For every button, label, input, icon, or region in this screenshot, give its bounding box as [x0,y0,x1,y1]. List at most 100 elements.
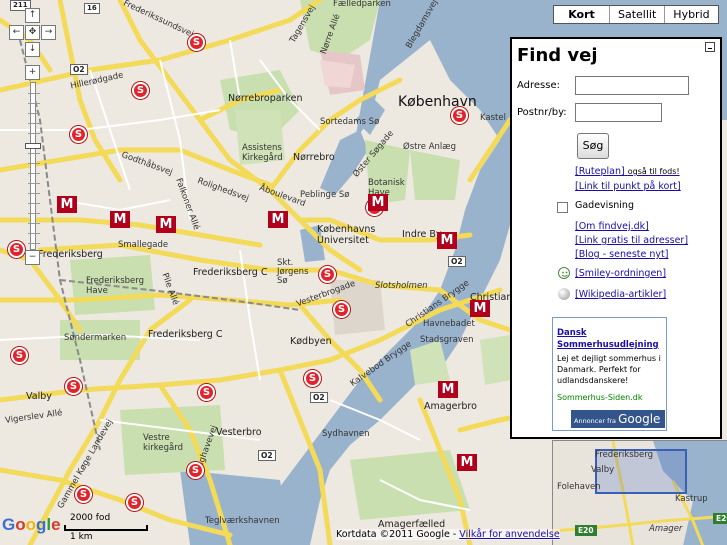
s-train-station-icon[interactable]: S [11,347,28,364]
copyright-text: Kortdata ©2011 Google - [336,529,460,540]
ads-by-google-badge[interactable]: Annoncer fra Google [571,410,665,428]
overview-label-folehaven: Folehaven [557,482,601,492]
s-train-station-icon[interactable]: S [451,107,468,124]
s-train-station-icon[interactable]: S [304,370,321,387]
map-label-kobenhavn: København [398,94,477,110]
map-label-norrebro: Nørrebro [293,152,335,163]
about-link[interactable]: [Om findvej.dk] [575,221,649,232]
pan-center-button[interactable]: ✥ [25,25,40,40]
ruteplan-link[interactable]: [Ruteplan] også til fods! [575,166,680,177]
overview-map[interactable]: Frederiksberg Valby Folehaven Kastrup Am… [552,440,727,545]
s-train-station-icon[interactable]: S [70,126,87,143]
metro-station-icon[interactable]: M [156,216,176,233]
wikipedia-link[interactable]: [Wikipedia-artikler] [575,289,666,300]
link-to-point-link[interactable]: [Link til punkt på kort] [575,181,681,192]
blog-link[interactable]: [Blog - seneste nyt] [575,249,668,260]
ad-text: Lej et dejligt sommerhus i Danmark. Perf… [557,354,661,385]
overview-label-kastrup: Kastrup [675,494,708,504]
panel-title: Find vej [517,45,598,66]
terms-of-use-link[interactable]: Vilkår for anvendelse [459,529,559,540]
map-label-teglvaerks: Teglværkshavnen [205,516,280,526]
scale-km: 1 km [70,532,93,542]
sponsored-ad[interactable]: Dansk Sommerhusudlejning Lej et dejligt … [552,317,667,431]
s-train-station-icon[interactable]: S [8,241,25,258]
map-type-kort-button[interactable]: Kort [554,6,609,23]
ad-title[interactable]: Dansk Sommerhusudlejning [557,327,665,351]
map-label-valby: Valby [26,391,52,402]
map-label-vestre-kirkegard: Vestre kirkegård [143,433,183,453]
map-type-control: Kort Satellit Hybrid [553,5,719,24]
pan-left-button[interactable]: ← [9,25,24,40]
address-input[interactable] [575,76,689,95]
metro-station-icon[interactable]: M [110,211,130,228]
ad-url[interactable]: Sommerhus-Siden.dk [557,393,642,402]
map-label-indre-by: Indre By [402,229,442,240]
pan-down-button[interactable]: ↓ [25,42,40,57]
search-button[interactable]: Søg [577,133,609,159]
map-label-frederiksberg-c1: Frederiksberg C [193,267,268,278]
overview-label-amager: Amager [649,524,683,534]
s-train-station-icon[interactable]: S [75,486,92,503]
s-train-station-icon[interactable]: S [65,378,82,395]
s-train-station-icon[interactable]: S [187,462,204,479]
zoom-in-button[interactable]: + [25,65,40,80]
street-view-checkbox[interactable] [557,202,568,213]
map-type-satellit-button[interactable]: Satellit [609,6,664,23]
free-link-link[interactable]: [Link gratis til adresser] [575,235,688,246]
s-train-station-icon[interactable]: S [132,82,149,99]
map-label-kastellet: Kastel [480,113,506,123]
map-label-peblinge: Peblinge Sø [300,190,350,200]
metro-station-icon[interactable]: M [368,194,388,211]
smiley-link[interactable]: [Smiley-ordningen] [575,268,666,279]
find-vej-panel: Find vej Adresse: Postnr/by: Søg [Rutepl… [510,37,722,439]
metro-station-icon[interactable]: M [437,232,457,249]
s-train-station-icon[interactable]: S [319,266,336,283]
map-label-frederiksberg-c2: Frederiksberg C [148,329,223,340]
map-label-frederiksberg: Frederiksberg [38,249,103,260]
road-shield-o2: O2 [258,450,276,461]
pan-right-button[interactable]: → [41,25,56,40]
wikipedia-globe-icon [558,288,570,300]
scale-feet: 2000 fod [70,513,111,523]
s-train-station-icon[interactable]: S [333,301,350,318]
overview-label-valby: Valby [591,465,615,475]
street-view-label: Gadevisning [575,200,634,211]
zoom-slider-track[interactable] [28,82,40,250]
metro-station-icon[interactable]: M [470,300,490,317]
s-train-station-icon[interactable]: S [126,494,143,511]
map-label-sondermarken: Søndermarken [64,333,127,343]
overview-road-e20: E20 [713,513,727,524]
map-label-stadsgraven: Stadsgraven [420,335,474,345]
address-label: Adresse: [517,80,560,91]
map-label-amagerbro: Amagerbro [424,401,477,412]
postal-label: Postnr/by: [517,107,567,118]
minimize-panel-button[interactable] [705,42,715,52]
metro-station-icon[interactable]: M [457,454,477,471]
map-type-hybrid-button[interactable]: Hybrid [664,6,717,23]
road-shield-16: 16 [84,3,100,14]
map-label-faelledparken: Fælledparken [333,0,391,9]
map-label-smallegade: Smallegade [118,240,169,250]
road-shield-o2: O2 [70,64,88,75]
map-label-havnebadet: Havnebadet [423,319,475,329]
ruteplan-link-text[interactable]: [Ruteplan] [575,166,625,177]
ads-by-label: Annoncer fra [574,417,617,425]
map-scale: 2000 fod 1 km [64,513,150,542]
zoom-out-button[interactable]: − [25,250,40,265]
map-label-sortedams: Sortedams Sø [320,117,380,127]
copyright-notice: Kortdata ©2011 Google - Vilkår for anven… [336,529,560,540]
google-logo[interactable]: Google [2,515,61,535]
s-train-station-icon[interactable]: S [188,34,205,51]
metro-station-icon[interactable]: M [57,196,77,213]
metro-station-icon[interactable]: M [268,211,288,228]
postal-input[interactable] [575,103,662,122]
overview-road-e20: E20 [575,525,597,536]
map-label-frederiksberg-have: Frederiksberg Have [86,276,145,296]
map-label-sydhavnen: Sydhavnen [322,429,370,439]
zoom-slider-thumb[interactable] [25,143,41,149]
pan-up-button[interactable]: ↑ [25,8,40,23]
s-train-station-icon[interactable]: S [198,384,215,401]
map-label-ostre-anlaeg: Østre Anlæg [403,142,456,152]
map-label-vesterbro: Vesterbro [216,427,262,438]
metro-station-icon[interactable]: M [438,381,458,398]
